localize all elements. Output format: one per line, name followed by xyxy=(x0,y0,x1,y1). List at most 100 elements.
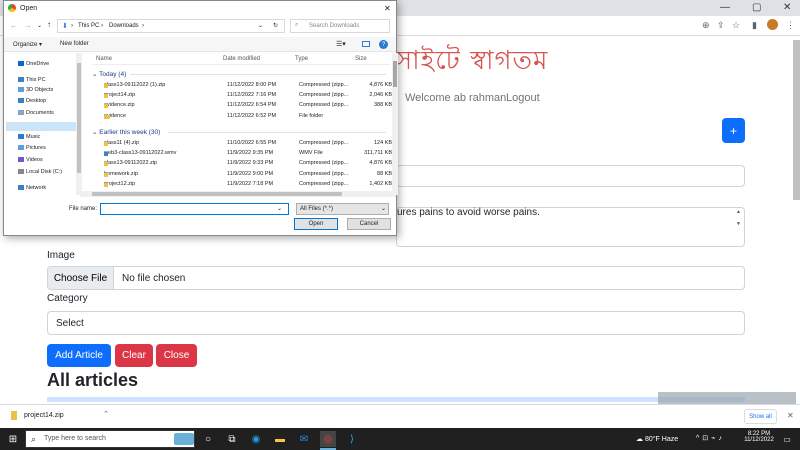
choose-file-button[interactable]: Choose File xyxy=(48,267,114,289)
maximize-button[interactable]: ▢ xyxy=(752,2,761,13)
file-row[interactable]: project12.zip 11/9/2022 7:18 PM Compressed… xyxy=(96,179,392,189)
task-view-icon[interactable]: ⧉ xyxy=(224,431,240,447)
file-row[interactable]: class11 (4).zip 11/10/2022 6:55 PM Compres… xyxy=(96,138,392,148)
system-tray-icons[interactable]: ^⊡⌁♪ xyxy=(696,434,725,442)
tree-item-desktop[interactable]: Desktop xyxy=(18,98,46,104)
tree-scrollbar[interactable] xyxy=(76,53,82,195)
menu-icon[interactable]: ⋮ xyxy=(786,20,795,31)
file-row[interactable]: evidence.zip 11/12/2022 6:54 PM Compressed… xyxy=(96,100,392,110)
file-group-header[interactable]: ⌄ Today (4) xyxy=(92,70,126,78)
sidebar-icon[interactable]: ▮ xyxy=(752,20,757,31)
add-article-button[interactable]: Add Article xyxy=(47,344,111,367)
horizontal-scrollbar[interactable] xyxy=(80,191,396,197)
cortana-icon[interactable]: ○ xyxy=(200,431,216,447)
image-file-input[interactable]: Choose File No file chosen xyxy=(47,266,745,290)
file-name-text: project12.zip xyxy=(104,180,136,187)
floating-toolbar[interactable] xyxy=(658,392,796,404)
add-new-button[interactable]: + xyxy=(722,118,745,143)
vscode-icon[interactable]: ⟩ xyxy=(344,431,360,447)
description-textarea[interactable]: ures pains to avoid worse pains. xyxy=(396,207,745,247)
address-dropdown-icon[interactable]: ⌄ xyxy=(258,22,263,29)
address-bar[interactable]: ⬇ › This PC › Downloads › ⌄ ↻ xyxy=(57,19,285,33)
clock[interactable]: 8:22 PM 11/12/2022 xyxy=(744,431,774,443)
file-row[interactable]: class13-09112022 (1).zip 11/12/2022 8:00 … xyxy=(96,80,392,90)
back-arrow-icon[interactable]: ← xyxy=(10,21,18,30)
share-icon[interactable]: ⇪ xyxy=(717,20,725,31)
windows-start-icon[interactable]: ⊞ xyxy=(5,431,21,447)
forward-arrow-icon[interactable]: → xyxy=(24,21,32,30)
tree-item-network[interactable]: Network xyxy=(18,185,46,191)
close-button[interactable]: Close xyxy=(156,344,197,367)
cloud-icon xyxy=(18,61,24,67)
file-name-input[interactable]: ⌄ xyxy=(100,203,289,215)
textarea-scrollbar[interactable]: ▲ ▼ xyxy=(736,209,744,245)
new-folder-button[interactable]: New folder xyxy=(60,41,89,47)
category-select[interactable]: Select xyxy=(47,311,745,335)
file-row[interactable]: homework.zip 11/9/2022 9:00 PM Compressed … xyxy=(96,169,392,179)
file-row[interactable]: project14.zip 11/12/2022 7:16 PM Compresse… xyxy=(96,90,392,100)
page-scrollbar[interactable] xyxy=(793,40,800,200)
clear-button[interactable]: Clear xyxy=(115,344,153,367)
file-explorer-icon[interactable]: ▬ xyxy=(272,431,288,447)
breadcrumb-downloads[interactable]: Downloads xyxy=(109,23,139,29)
col-date-header[interactable]: Date modified xyxy=(223,56,260,62)
file-group-header[interactable]: ⌄ Earlier this week (30) xyxy=(92,128,160,136)
zip-file-icon xyxy=(104,84,108,88)
download-item-menu-icon[interactable]: ⌃ xyxy=(103,410,109,418)
file-type-filter[interactable]: All Files (*.*) ⌄ xyxy=(296,203,389,215)
view-options-icon[interactable]: ☰▾ xyxy=(336,40,346,48)
profile-icon[interactable] xyxy=(767,19,778,30)
file-size-cell: 124 KB xyxy=(373,140,392,146)
star-icon[interactable]: ☆ xyxy=(732,20,740,31)
tree-item-local-disk-c[interactable]: Local Disk (C:) xyxy=(18,169,62,175)
refresh-icon[interactable]: ↻ xyxy=(273,22,278,29)
notifications-icon[interactable]: ▭ xyxy=(779,431,795,447)
zoom-icon[interactable]: ⊕ xyxy=(702,20,710,31)
title-input[interactable] xyxy=(396,165,745,187)
close-window-button[interactable]: ✕ xyxy=(783,2,791,13)
file-list-scrollbar[interactable] xyxy=(392,53,398,195)
image-label: Image xyxy=(47,250,75,261)
tree-item-pictures[interactable]: Pictures xyxy=(18,145,46,151)
recent-dropdown-icon[interactable]: ⌄ xyxy=(37,22,42,29)
organize-menu[interactable]: Organize ▾ xyxy=(13,41,42,48)
tree-item-videos[interactable]: Videos xyxy=(18,157,43,163)
file-name-dropdown-icon[interactable]: ⌄ xyxy=(277,205,282,212)
tree-item-3d-objects[interactable]: 3D Objects xyxy=(18,87,53,93)
up-arrow-icon[interactable]: ↑ xyxy=(47,20,51,29)
nav-logout[interactable]: Logout xyxy=(506,92,540,104)
file-row[interactable]: web3-class13-09112022.wmv 11/9/2022 9:35 … xyxy=(96,148,392,158)
tree-item-onedrive[interactable]: OneDrive xyxy=(18,61,49,67)
chrome-taskbar-icon[interactable]: ◎ xyxy=(320,431,336,447)
tree-item-this-pc[interactable]: This PC xyxy=(18,77,46,83)
search-box[interactable]: ⌕ Search Downloads xyxy=(290,19,390,33)
file-list-header: Name Date modified Type Size xyxy=(92,53,390,65)
nav-welcome[interactable]: Welcome ab rahman xyxy=(405,92,506,104)
help-icon[interactable]: ? xyxy=(379,40,388,49)
file-date-cell: 11/10/2022 6:55 PM xyxy=(227,140,277,146)
download-bar-close-icon[interactable]: ✕ xyxy=(787,411,794,420)
file-row[interactable]: evidence 11/12/2022 6:52 PM File folder xyxy=(96,111,390,121)
tree-item-documents[interactable]: Documents xyxy=(18,110,54,116)
preview-pane-icon[interactable] xyxy=(362,41,370,47)
col-name-header[interactable]: Name xyxy=(96,56,112,62)
cancel-button[interactable]: Cancel xyxy=(347,218,391,230)
open-button[interactable]: Open xyxy=(294,218,338,230)
file-name-text: class13-09112022.zip xyxy=(104,160,158,167)
dialog-command-bar: Organize ▾ New folder ☰▾ ? xyxy=(4,37,396,52)
file-row[interactable]: class13-09112022.zip 11/9/2022 9:33 PM Com… xyxy=(96,158,392,168)
download-item-name[interactable]: project14.zip xyxy=(24,412,64,419)
dialog-close-icon[interactable]: ✕ xyxy=(384,4,391,13)
taskbar-search-box[interactable]: ⌕ Type here to search xyxy=(25,430,195,448)
col-type-header[interactable]: Type xyxy=(295,56,308,62)
dialog-titlebar: Open ✕ xyxy=(4,1,396,16)
weather-widget[interactable]: ☁ 80°F Haze xyxy=(636,435,678,443)
mail-icon[interactable]: ✉ xyxy=(296,431,312,447)
breadcrumb-this-pc[interactable]: This PC xyxy=(78,23,99,29)
edge-icon[interactable]: ◉ xyxy=(248,431,264,447)
tree-item-music[interactable]: Music xyxy=(18,134,40,140)
col-size-header[interactable]: Size xyxy=(355,56,367,62)
show-all-button[interactable]: Show all xyxy=(744,409,777,424)
minimize-button[interactable]: — xyxy=(720,2,730,13)
file-name-text: evidence.zip xyxy=(104,102,135,109)
